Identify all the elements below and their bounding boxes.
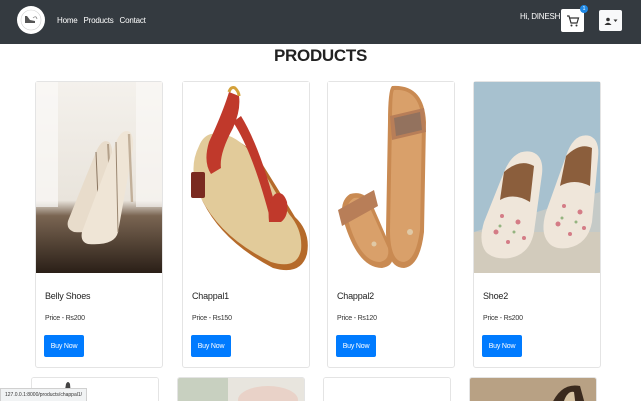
user-icon — [604, 17, 611, 25]
product-price: Price - Rs150 — [192, 315, 232, 322]
nav-products-link[interactable]: Products — [84, 16, 114, 25]
product-card — [177, 377, 305, 401]
nav-contact-link[interactable]: Contact — [120, 16, 146, 25]
product-card: Shoe2 Price - Rs200 Buy Now — [473, 81, 601, 368]
buy-now-button[interactable]: Buy Now — [191, 335, 231, 357]
cart-icon — [566, 14, 579, 26]
page-title: PRODUCTS — [274, 46, 367, 65]
caret-down-icon — [613, 19, 617, 22]
product-name: Belly Shoes — [45, 291, 91, 301]
product-name: Chappal2 — [337, 291, 374, 301]
buy-now-button[interactable]: Buy Now — [336, 335, 376, 357]
brand-logo[interactable] — [17, 6, 45, 34]
product-price: Price - Rs200 — [45, 315, 85, 322]
nav-links: Home Products Contact — [57, 16, 146, 25]
buy-now-button[interactable]: Buy Now — [44, 335, 84, 357]
product-image-chappal1[interactable] — [183, 82, 309, 273]
product-name: Chappal1 — [192, 291, 229, 301]
product-name: Shoe2 — [483, 291, 509, 301]
navbar: Home Products Contact Hi, DINESH 1 — [0, 0, 641, 44]
buy-now-button[interactable]: Buy Now — [482, 335, 522, 357]
cart-count-badge: 1 — [580, 5, 588, 13]
status-bar-url: 127.0.0.1:8000/products/chappal1/ — [0, 388, 88, 401]
product-image-shoe2[interactable] — [474, 82, 600, 273]
product-card: Chappal1 Price - Rs150 Buy Now — [182, 81, 310, 368]
product-price: Price - Rs120 — [337, 315, 377, 322]
product-card — [323, 377, 451, 401]
user-greeting: Hi, DINESH — [520, 12, 561, 21]
product-price: Price - Rs200 — [483, 315, 523, 322]
product-card: Chappal2 Price - Rs120 Buy Now — [327, 81, 455, 368]
user-menu-button[interactable] — [599, 10, 622, 31]
product-image-chappal2[interactable] — [328, 82, 454, 273]
product-image-belly-shoes[interactable] — [36, 82, 162, 273]
cart-button[interactable] — [561, 9, 584, 32]
nav-home-link[interactable]: Home — [57, 16, 78, 25]
product-card: Belly Shoes Price - Rs200 Buy Now — [35, 81, 163, 368]
product-card — [469, 377, 597, 401]
